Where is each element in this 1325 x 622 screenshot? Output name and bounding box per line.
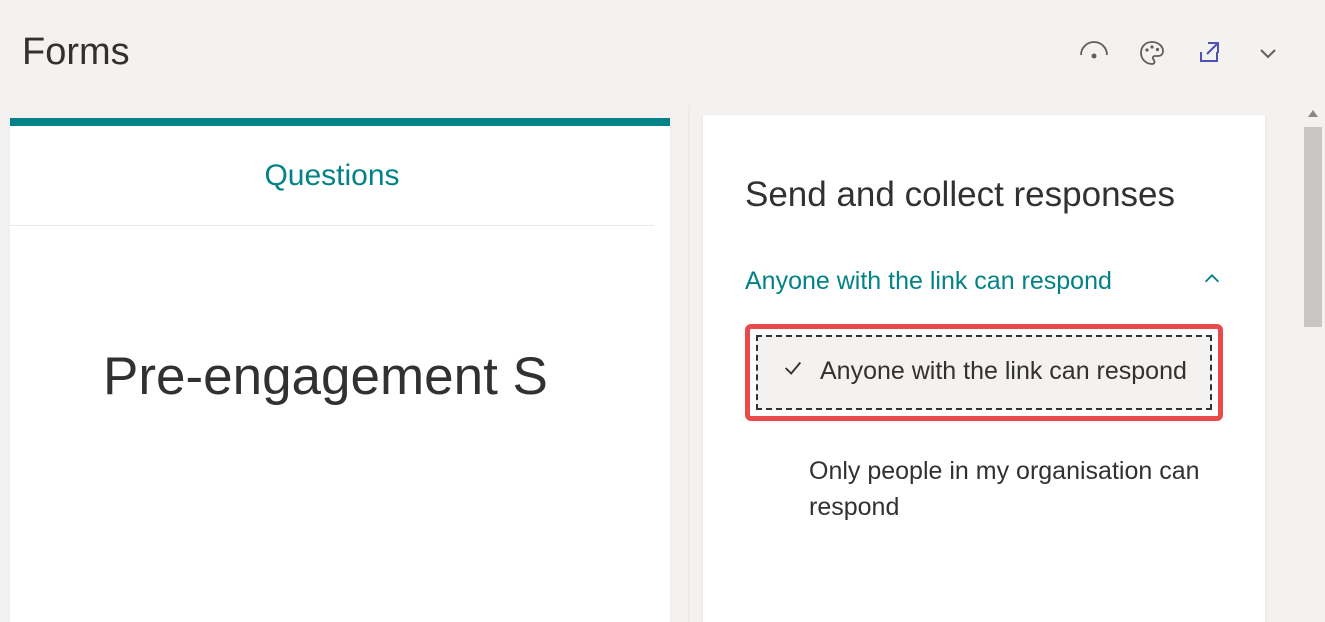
option-org-only[interactable]: Only people in my organisation can respo… [745,433,1223,548]
preview-icon[interactable] [1079,38,1109,68]
main-area: Questions Pre-engagement S Send and coll… [0,105,1325,622]
option-anyone-label: Anyone with the link can respond [820,357,1187,386]
vertical-divider [688,105,690,622]
theme-icon[interactable] [1137,38,1167,68]
tab-questions-label: Questions [264,159,399,193]
audience-dropdown-header[interactable]: Anyone with the link can respond [745,267,1223,296]
scrollbar-thumb[interactable] [1304,127,1322,327]
option-anyone-link[interactable]: Anyone with the link can respond [756,335,1212,410]
tabs: Questions [10,126,654,226]
audience-dropdown-label: Anyone with the link can respond [745,267,1112,296]
app-header: Forms [0,0,1325,105]
panel-title: Send and collect responses [745,175,1223,215]
tab-questions[interactable]: Questions [10,126,654,225]
chevron-up-icon [1201,268,1223,295]
check-icon [782,357,804,386]
option-org-label: Only people in my organisation can respo… [809,453,1209,526]
header-actions [1079,38,1283,68]
scrollbar-track[interactable] [1301,105,1325,622]
chevron-down-icon[interactable] [1253,38,1283,68]
share-icon[interactable] [1195,38,1225,68]
form-card: Questions Pre-engagement S [10,118,670,622]
app-title: Forms [22,31,130,74]
annotation-highlight: Anyone with the link can respond [745,324,1223,421]
form-title-area: Pre-engagement S [10,226,670,407]
scroll-up-arrow-icon[interactable] [1307,107,1319,123]
form-title[interactable]: Pre-engagement S [103,346,670,407]
share-panel: Send and collect responses Anyone with t… [703,115,1265,622]
